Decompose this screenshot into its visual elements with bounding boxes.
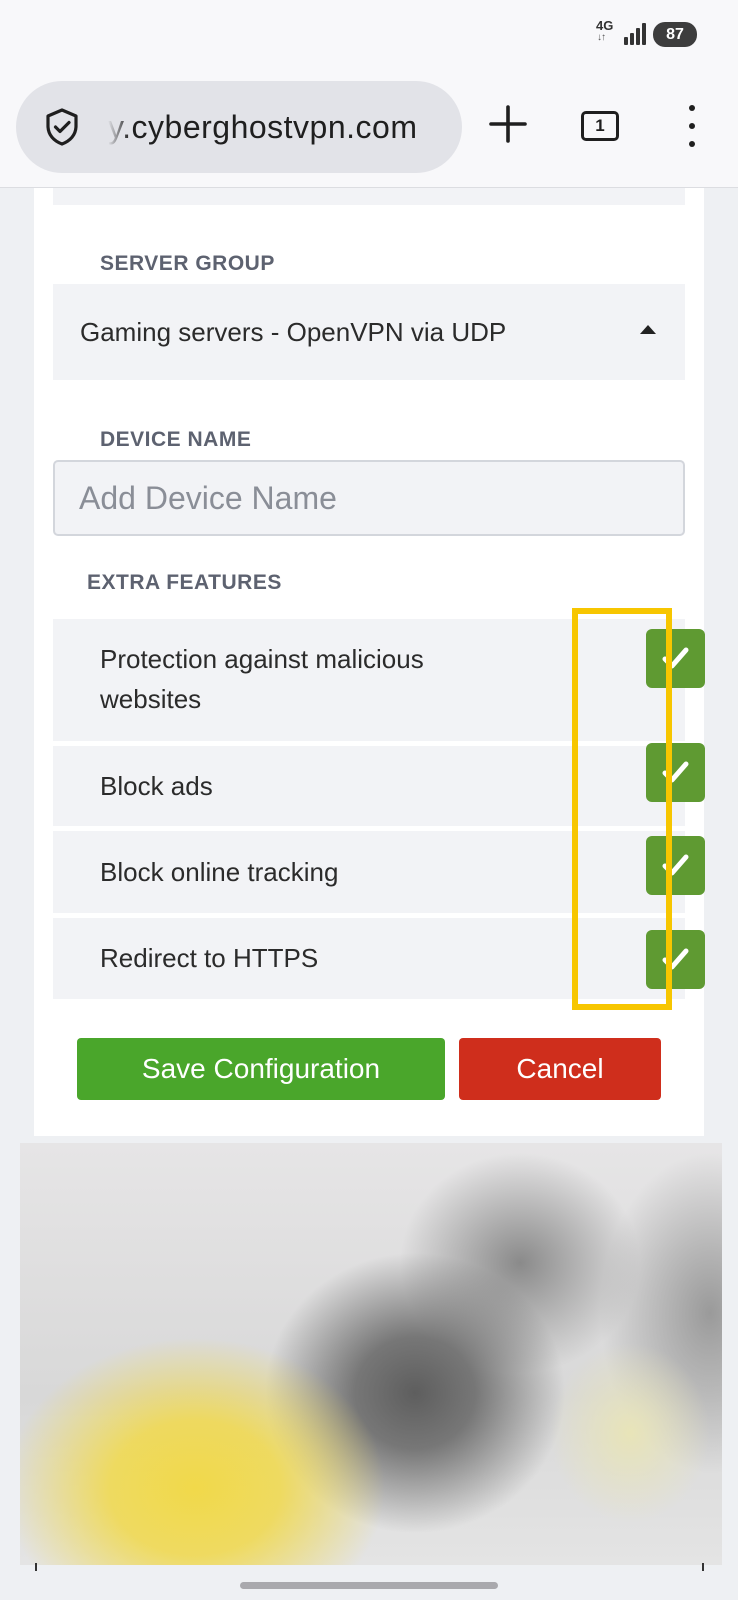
url-fade — [108, 81, 130, 173]
feature-label: Redirect to HTTPS — [100, 943, 319, 973]
save-configuration-button[interactable]: Save Configuration — [77, 1038, 445, 1100]
server-group-value: Gaming servers - OpenVPN via UDP — [80, 317, 507, 347]
more-vert-icon[interactable] — [682, 105, 702, 147]
cancel-button[interactable]: Cancel — [459, 1038, 661, 1100]
device-name-input[interactable] — [53, 460, 685, 536]
server-group-select[interactable]: Gaming servers - OpenVPN via UDP — [53, 284, 685, 380]
scroll-edge-mark — [702, 1563, 704, 1571]
data-activity-icon: ↓↑ — [597, 32, 606, 43]
extra-features-label: EXTRA FEATURES — [87, 571, 282, 594]
device-name-label: DEVICE NAME — [100, 428, 252, 451]
scroll-edge-mark — [35, 1563, 37, 1571]
blurred-ad-image[interactable] — [20, 1143, 722, 1565]
status-bar: 4G ↓↑ 87 — [0, 0, 738, 68]
new-tab-plus-icon[interactable] — [488, 104, 528, 144]
network-type: 4G — [596, 18, 614, 33]
battery-indicator: 87 — [653, 22, 697, 47]
browser-toolbar: y.cyberghostvpn.com 1 — [0, 68, 738, 188]
tab-switcher-button[interactable]: 1 — [581, 111, 619, 141]
feature-label: Protection against malicious — [100, 644, 424, 674]
caret-up-icon — [640, 325, 656, 334]
address-bar[interactable]: y.cyberghostvpn.com — [16, 81, 462, 173]
feature-label-line2: websites — [100, 684, 202, 714]
signal-strength-icon — [624, 23, 646, 45]
checkbox-highlight-annotation — [572, 608, 672, 1010]
home-indicator[interactable] — [240, 1582, 498, 1589]
previous-field-edge — [53, 188, 685, 205]
shield-check-icon[interactable] — [42, 107, 82, 147]
feature-label: Block ads — [100, 771, 213, 801]
server-group-label: SERVER GROUP — [100, 252, 275, 275]
url-text[interactable]: y.cyberghostvpn.com — [108, 81, 458, 173]
feature-label: Block online tracking — [100, 857, 339, 887]
